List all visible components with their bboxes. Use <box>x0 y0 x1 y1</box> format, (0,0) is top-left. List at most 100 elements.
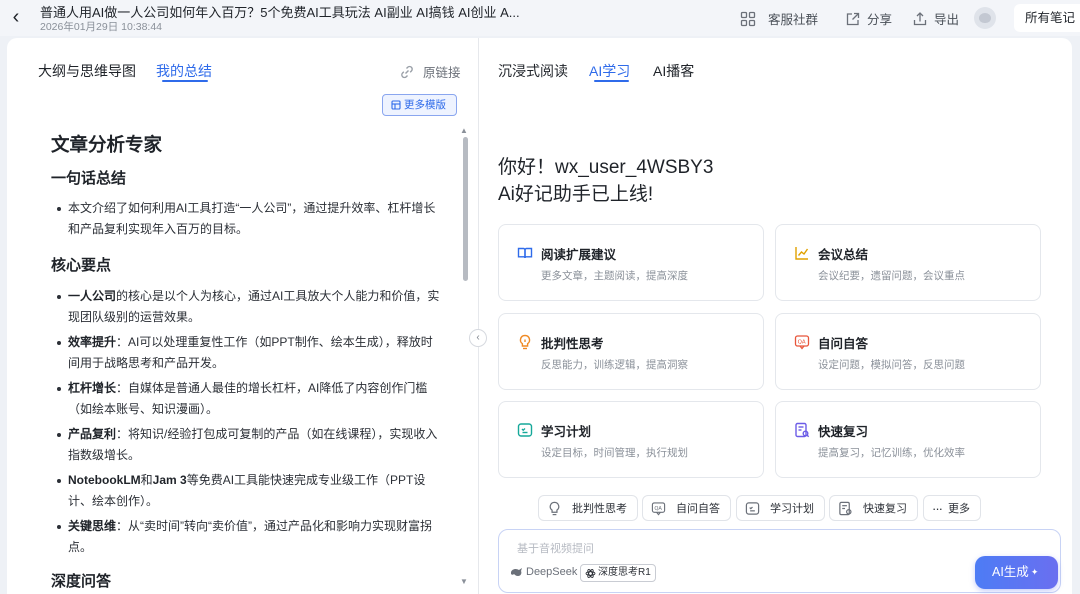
more-templates-label: 更多模版 <box>404 99 446 111</box>
scrollbar-thumb[interactable] <box>463 137 468 281</box>
tab-outline-mindmap[interactable]: 大纲与思维导图 <box>38 61 136 81</box>
card-reading-suggestions[interactable]: 阅读扩展建议 更多文章，主题阅读，提高深度 <box>498 224 764 301</box>
export-button[interactable]: 导出 <box>912 9 959 28</box>
review-icon <box>839 501 852 515</box>
template-icon <box>391 100 401 110</box>
atom-icon <box>585 568 596 578</box>
summary-title: 文章分析专家 <box>51 134 163 155</box>
chip-label: 更多 <box>948 503 970 515</box>
link-icon <box>401 65 413 78</box>
active-tab-indicator <box>594 80 629 82</box>
ai-generate-button[interactable]: AI生成 ✦ <box>975 556 1058 589</box>
all-notes-button[interactable]: 所有笔记 <box>1014 4 1080 32</box>
card-study-plan[interactable]: 学习计划 设定目标，时间管理，执行规划 <box>498 401 764 478</box>
svg-text:QA: QA <box>654 506 662 512</box>
bulb-icon <box>549 501 560 515</box>
chart-icon <box>795 247 809 260</box>
collapse-icon[interactable]: ‹ <box>469 329 487 347</box>
card-meeting-summary[interactable]: 会议总结 会议纪要，遗留问题，会议重点 <box>775 224 1041 301</box>
card-title: 快速复习 <box>818 425 869 439</box>
grid-icon <box>740 11 756 26</box>
plan-icon <box>517 423 533 437</box>
chip-more[interactable]: ··· 更多 <box>923 495 981 521</box>
key-term: 一人公司 <box>68 289 117 303</box>
card-title: 批判性思考 <box>541 337 604 351</box>
chip-study-plan[interactable]: 学习计划 <box>736 495 825 521</box>
qa-heading: 深度问答 <box>51 573 112 590</box>
key-text: 和 <box>140 473 153 487</box>
card-description: 设定问题，模拟问答，反思问题 <box>818 359 965 371</box>
key-text: ：自媒体是普通人最佳的增长杠杆，AI降低了内容创作门槛（如绘本账号、知识漫画）。 <box>68 381 428 416</box>
key-term: 效率提升 <box>68 335 117 349</box>
model-name: DeepSeek <box>526 566 578 578</box>
deep-think-label: 深度思考R1 <box>598 567 651 578</box>
card-description: 提高复习，记忆训练，优化效率 <box>818 447 965 459</box>
greeting-line-1: 你好！wx_user_4WSBY3 <box>498 157 714 178</box>
deepseek-logo-icon <box>511 568 522 576</box>
key-term: 产品复利 <box>68 427 117 441</box>
chip-label: 快速复习 <box>863 503 907 515</box>
list-item: 关键思维：从“卖时间”转向“卖价值”，通过产品化和影响力实现财富拐点。 <box>51 516 441 558</box>
list-item: 一人公司的核心是以个人为核心，通过AI工具放大个人能力和价值，实现团队级别的运营… <box>51 286 441 328</box>
qa-icon: QA <box>794 335 810 350</box>
question-placeholder: 基于音视频提问 <box>517 543 594 555</box>
svg-text:QA: QA <box>798 340 806 346</box>
share-icon <box>846 12 860 25</box>
card-description: 会议纪要，遗留问题，会议重点 <box>818 270 965 282</box>
deep-think-toggle[interactable]: 深度思考R1 <box>580 564 656 582</box>
key-text: ：AI可以处理重复性工作（如PPT制作、绘本生成），释放时间用于战略思考和产品开… <box>68 335 433 370</box>
more-templates-button[interactable]: 更多模版 <box>382 94 457 116</box>
more-icon: ··· <box>932 500 943 516</box>
chip-quick-review[interactable]: 快速复习 <box>829 495 918 521</box>
review-icon <box>795 422 810 438</box>
original-link[interactable]: 原链接 <box>399 62 461 81</box>
avatar[interactable] <box>974 7 996 29</box>
ai-generate-label: AI生成 <box>992 565 1029 579</box>
share-button[interactable]: 分享 <box>845 9 892 28</box>
document-date: 2026年01月29日 10:38:44 <box>40 21 163 33</box>
card-quick-review[interactable]: 快速复习 提高复习，记忆训练，优化效率 <box>775 401 1041 478</box>
active-tab-indicator <box>162 80 208 82</box>
model-selector[interactable]: DeepSeek <box>510 566 577 578</box>
card-critical-thinking[interactable]: 批判性思考 反思能力，训练逻辑，提高洞察 <box>498 313 764 390</box>
tab-ai-podcast[interactable]: AI播客 <box>653 61 694 81</box>
scroll-up-icon[interactable]: ▲ <box>460 126 468 135</box>
one-line-summary: 本文介绍了如何利用AI工具打造“一人公司”，通过提升效率、杠杆增长和产品复利实现… <box>51 198 441 240</box>
key-term: 关键思维 <box>68 519 117 533</box>
key-text: ：从“卖时间”转向“卖价值”，通过产品化和影响力实现财富拐点。 <box>68 519 433 554</box>
key-points-heading: 核心要点 <box>51 257 112 274</box>
tab-ai-learning[interactable]: AI学习 <box>589 61 630 81</box>
chip-self-qa[interactable]: QA 自问自答 <box>642 495 731 521</box>
list-item: NotebookLM和Jam 3等免费AI工具能快速完成专业级工作（PPT设计、… <box>51 470 441 512</box>
key-text: 的核心是以个人为核心，通过AI工具放大个人能力和价值，实现团队级别的运营效果。 <box>68 289 440 324</box>
chip-critical-thinking[interactable]: 批判性思考 <box>538 495 638 521</box>
chip-label: 自问自答 <box>676 503 720 515</box>
tab-my-summary[interactable]: 我的总结 <box>156 61 212 81</box>
list-item: 效率提升：AI可以处理重复性工作（如PPT制作、绘本生成），释放时间用于战略思考… <box>51 332 441 374</box>
key-term: Jam 3 <box>152 473 187 487</box>
list-item: 杠杆增长：自媒体是普通人最佳的增长杠杆，AI降低了内容创作门槛（如绘本账号、知识… <box>51 378 441 420</box>
community-button[interactable]: 客服社群 <box>740 9 818 28</box>
scroll-down-icon[interactable]: ▼ <box>460 577 468 586</box>
list-item: 产品复利：将知识/经验打包成可复制的产品（如在线课程），实现收入指数级增长。 <box>51 424 441 466</box>
key-term: 杠杆增长 <box>68 381 117 395</box>
summary-content: 文章分析专家 一句话总结 本文介绍了如何利用AI工具打造“一人公司”，通过提升效… <box>51 130 441 593</box>
plan-icon <box>745 501 760 515</box>
community-label: 客服社群 <box>768 13 819 27</box>
card-description: 反思能力，训练逻辑，提高洞察 <box>541 359 688 371</box>
export-icon <box>913 11 927 25</box>
back-icon[interactable]: ‹ <box>6 6 26 28</box>
export-label: 导出 <box>934 13 960 27</box>
qa-icon: QA <box>651 501 666 515</box>
key-text: ：将知识/经验打包成可复制的产品（如在线课程），实现收入指数级增长。 <box>68 427 438 462</box>
card-title: 自问自答 <box>818 337 869 351</box>
card-description: 更多文章，主题阅读，提高深度 <box>541 270 688 282</box>
card-self-qa[interactable]: QA 自问自答 设定问题，模拟问答，反思问题 <box>775 313 1041 390</box>
tab-immersive-reading[interactable]: 沉浸式阅读 <box>498 61 568 81</box>
bulb-icon <box>519 334 531 350</box>
book-icon <box>517 247 533 259</box>
share-label: 分享 <box>867 13 893 27</box>
card-title: 学习计划 <box>541 425 592 439</box>
greeting-line-2: Ai好记助手已上线! <box>498 184 654 205</box>
card-title: 会议总结 <box>818 248 869 262</box>
